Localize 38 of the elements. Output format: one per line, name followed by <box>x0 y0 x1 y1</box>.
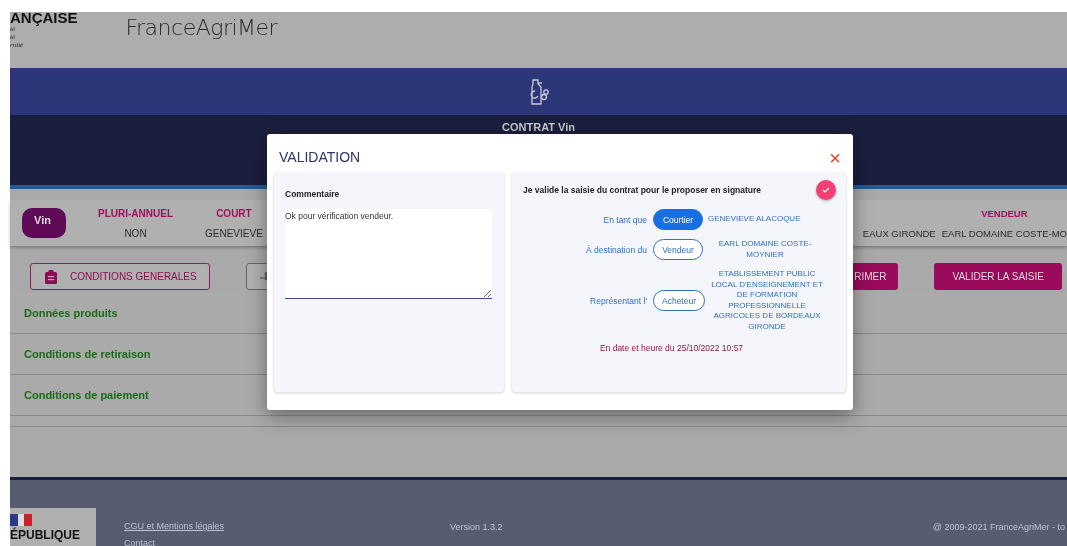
legal-link[interactable]: CGU et Mentions légales <box>124 521 225 531</box>
timestamp-text: En date et heure du 25/10/2022 10:57 <box>598 343 745 353</box>
conditions-button[interactable]: CONDITIONS GENERALES <box>30 263 210 290</box>
role-prefix: Représentant l' <box>589 295 647 306</box>
comment-field[interactable]: Ok pour vérification vendeur. <box>285 209 492 299</box>
republic-text: ANÇAISE <box>10 10 78 25</box>
role-chip[interactable]: Acheteur <box>653 290 706 311</box>
column-value: NON <box>124 227 147 239</box>
party-name: EARL DOMAINE COSTE-MOYNIER <box>717 239 813 260</box>
print-button[interactable]: RIMER <box>850 263 899 290</box>
contract-title: CONTRAT Vin <box>502 121 575 135</box>
role-prefix: En tant que <box>602 214 647 225</box>
column-value: EAUX GIRONDE <box>862 227 936 239</box>
statement-text: Je valide la saisie du contrat pour le proposer en signature <box>523 185 762 195</box>
brand-logo-text: FranceAgriMer <box>125 15 278 40</box>
column-heading: VENDEUR <box>981 207 1028 220</box>
comment-label: Commentaire <box>285 189 340 199</box>
republic-logo: ÉPUBLIQUE <box>10 508 96 546</box>
contact-link[interactable]: Contact <box>124 538 225 546</box>
role-chip[interactable]: Courtier <box>653 209 703 230</box>
close-button[interactable]: × <box>829 148 841 168</box>
column-value: EARL DOMAINE COSTE-MO <box>941 227 1067 239</box>
party-name: GENEVIEVE ALACOQUE <box>708 214 802 225</box>
role-chip[interactable]: Vendeur <box>653 239 703 260</box>
validate-button[interactable]: VALIDER LA SAISIE <box>934 263 1062 290</box>
role-prefix: À destination du <box>585 244 647 255</box>
column-heading: PLURI-ANNUEL <box>98 207 173 220</box>
clipboard-icon <box>45 269 57 284</box>
version-text: Version 1.3.2 <box>450 522 503 532</box>
party-name: ETABLISSEMENT PUBLIC LOCAL D'ENSEIGNEMENT ET DE FORMATION PROFESSIONNELLE AGRICOLES DE BORDEAUX GIRONDE <box>710 269 824 332</box>
dialog-title: VALIDATION <box>279 149 361 165</box>
flag-icon <box>10 514 32 526</box>
copyright-text: @ 2009-2021 FranceAgriMer - to <box>932 522 1065 532</box>
column-value: GENEVIEVE <box>205 227 263 239</box>
validate-toggle[interactable] <box>816 180 836 200</box>
check-icon <box>822 187 830 193</box>
product-chip: Vin <box>22 208 66 238</box>
column-heading: COURT <box>216 207 252 220</box>
